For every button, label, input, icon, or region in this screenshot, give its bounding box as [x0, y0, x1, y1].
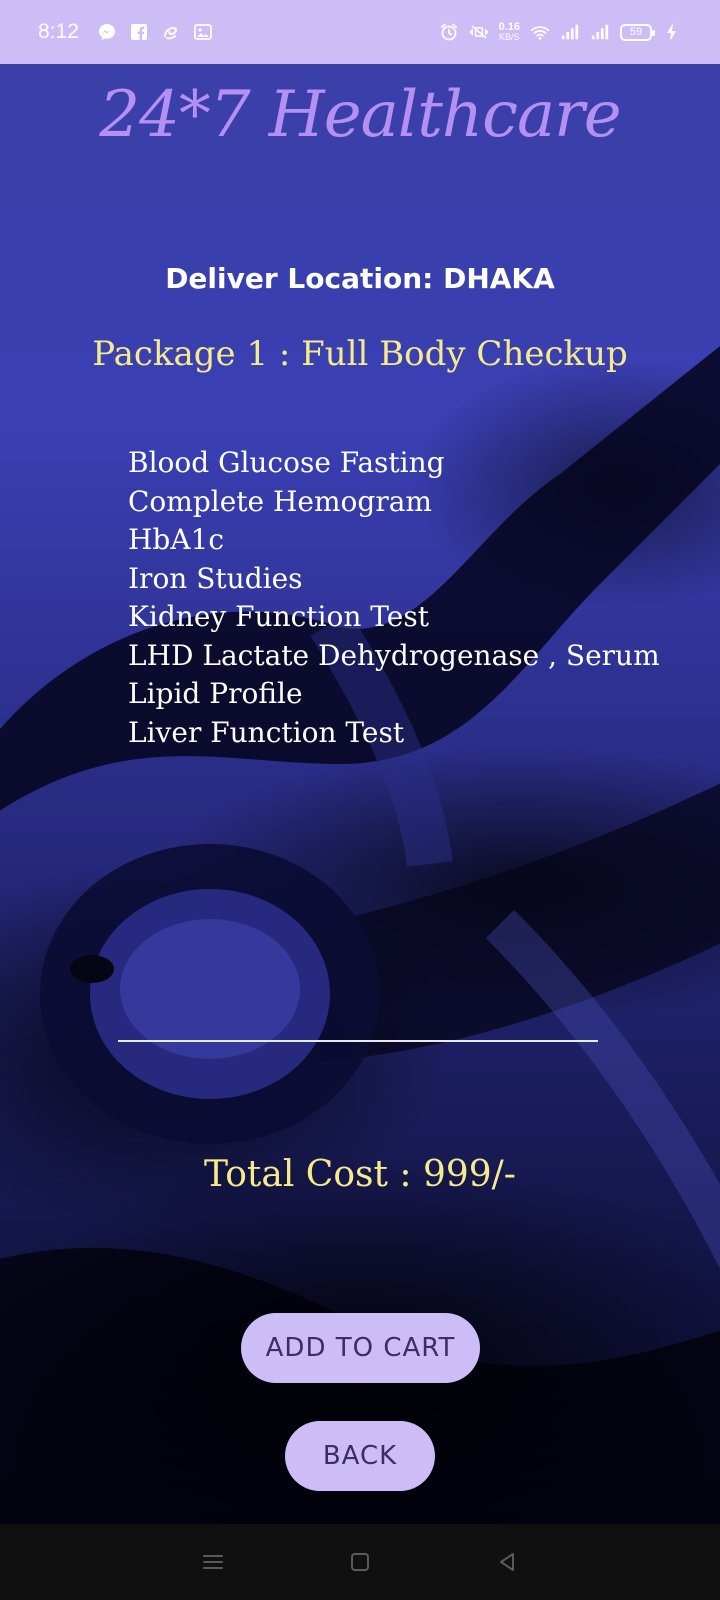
- back-button[interactable]: BACK: [285, 1421, 435, 1491]
- back-icon: [499, 1553, 514, 1571]
- app-title: 24*7 Healthcare: [99, 78, 621, 152]
- status-time: 8:12: [38, 20, 79, 43]
- list-item: Lipid Profile: [128, 677, 303, 710]
- list-item: Iron Studies: [128, 561, 303, 595]
- divider: [118, 1040, 598, 1042]
- list-item: Kidney Function Test: [128, 600, 429, 633]
- menu-icon: [203, 1555, 224, 1569]
- tests-list: Blood Glucose Fasting Complete Hemogram …: [128, 444, 660, 752]
- list-item: HbA1c: [128, 523, 225, 556]
- signal-icon: [591, 24, 609, 40]
- nav-menu-button[interactable]: [193, 1542, 233, 1582]
- total-cost: Total Cost : 999/-: [204, 1154, 516, 1195]
- airtel-icon: [163, 26, 177, 40]
- facebook-icon: [130, 24, 147, 40]
- list-item: Liver Function Test: [128, 715, 405, 749]
- gallery-icon: [193, 24, 212, 40]
- add-to-cart-button[interactable]: ADD TO CART: [241, 1313, 480, 1383]
- battery-icon: 59: [620, 23, 655, 41]
- battery-level: 59: [629, 26, 643, 38]
- charging-icon: [667, 23, 676, 41]
- net-speed-value: 0.16: [498, 21, 520, 33]
- list-item: LHD Lactate Dehydrogenase , Serum: [128, 638, 660, 672]
- navigation-bar: [0, 1524, 720, 1600]
- signal-icon: [561, 24, 579, 40]
- status-right: 0.16 KB/S 59: [439, 22, 682, 42]
- net-speed-unit: KB/S: [499, 32, 520, 42]
- package-detail-screen: 24*7 Healthcare Deliver Location: DHAKA …: [0, 64, 720, 1524]
- package-title: Package 1 : Full Body Checkup: [92, 334, 628, 374]
- alarm-icon: [440, 23, 457, 41]
- nav-home-button[interactable]: [340, 1542, 380, 1582]
- home-icon: [350, 1553, 369, 1571]
- list-item: Complete Hemogram: [128, 484, 432, 518]
- nav-back-button[interactable]: [487, 1542, 527, 1582]
- status-bar: 8:12 0.16 KB/S 59: [0, 0, 720, 64]
- net-speed: 0.16 KB/S: [498, 21, 520, 43]
- mute-vibrate-icon: [469, 25, 488, 39]
- status-left: 8:12: [38, 20, 213, 44]
- list-item: Blood Glucose Fasting: [128, 446, 445, 479]
- wifi-icon: [530, 26, 550, 40]
- messenger-icon: [98, 24, 115, 40]
- delivery-location: Deliver Location: DHAKA: [165, 262, 555, 295]
